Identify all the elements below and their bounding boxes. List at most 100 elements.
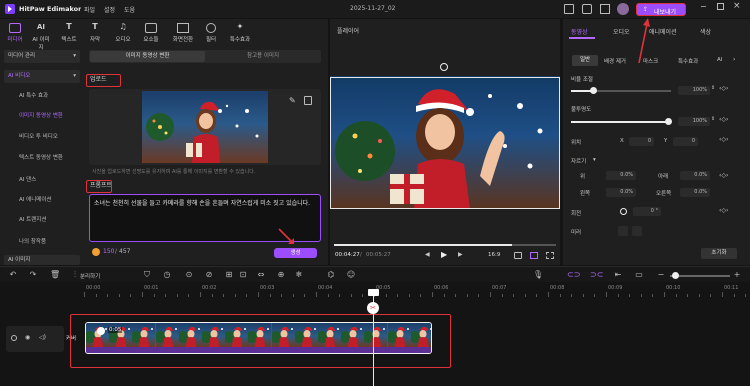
tab-effects[interactable]: ✦ 특수효과: [226, 21, 254, 45]
zoom-icon[interactable]: ⊕: [276, 270, 286, 280]
tab-transitions[interactable]: 화면전환: [170, 21, 196, 45]
rotate-keyframe-icon[interactable]: ‹◇›: [719, 207, 728, 214]
tab-filters[interactable]: 필터: [200, 21, 222, 45]
opacity-input[interactable]: 100%: [678, 117, 710, 126]
minimize-button[interactable]: −: [700, 2, 707, 11]
crop-keyframe-icon[interactable]: ‹◇›: [719, 172, 728, 179]
subtab-more-icon[interactable]: ›: [733, 56, 735, 63]
tab-video[interactable]: 동영상: [571, 27, 588, 36]
link-icon[interactable]: ⊂⊃: [567, 270, 580, 280]
rotate-dial-icon[interactable]: [620, 208, 627, 215]
tab-color[interactable]: 색상: [700, 27, 711, 36]
menu-help[interactable]: 도움: [124, 5, 135, 14]
avatar[interactable]: [617, 3, 629, 15]
split-label[interactable]: 분리하기: [80, 272, 100, 280]
scale-input[interactable]: 100%: [678, 86, 710, 95]
scale-stepper-icon[interactable]: ⇕: [711, 85, 715, 91]
zoom-out-icon[interactable]: −: [656, 270, 666, 280]
position-keyframe-icon[interactable]: ‹◇›: [719, 136, 728, 143]
sidebar-item[interactable]: 텍스트 동영상 변환: [4, 152, 80, 164]
prev-frame-icon[interactable]: ◀: [425, 251, 430, 258]
tab-text[interactable]: T 텍스트: [58, 21, 80, 45]
close-button[interactable]: ×: [733, 1, 741, 11]
rotate-input[interactable]: 0 °: [633, 207, 661, 216]
menu-settings[interactable]: 설정: [104, 5, 115, 14]
mirror-icon[interactable]: ⇔: [256, 270, 266, 280]
sticker-icon[interactable]: ☺: [346, 270, 356, 280]
sidebar-item[interactable]: 비디오 투 비디오: [4, 131, 80, 143]
scale-slider-knob[interactable]: [590, 87, 597, 94]
speed-icon[interactable]: ◷: [162, 270, 172, 280]
magnet-icon[interactable]: ⊃⊂: [590, 270, 603, 280]
split-icon[interactable]: ⫶: [70, 270, 80, 280]
timeline-zoom-track[interactable]: [670, 275, 730, 277]
menu-file[interactable]: 파일: [84, 5, 95, 14]
tab-media[interactable]: 미디어: [4, 21, 26, 45]
playhead-split-marker[interactable]: ✂: [367, 302, 379, 314]
snapshot-icon[interactable]: [514, 252, 522, 259]
redo-icon[interactable]: ↷: [28, 270, 38, 280]
playhead-handle[interactable]: [368, 289, 379, 296]
video-clip[interactable]: 0:05: [85, 322, 432, 354]
flip-vertical-icon[interactable]: [632, 226, 642, 236]
display-icon[interactable]: ▭: [634, 270, 644, 280]
shield-icon[interactable]: ⛉: [142, 270, 152, 280]
adjust-icon[interactable]: ⊞: [224, 270, 234, 280]
message-icon[interactable]: [582, 4, 592, 14]
edit-icon[interactable]: ✎: [289, 96, 298, 105]
freeze-icon[interactable]: ⊙: [184, 270, 194, 280]
delete-icon[interactable]: 🗑: [50, 270, 60, 280]
subtab-effects[interactable]: 특수효과: [678, 57, 698, 65]
tab-elements[interactable]: 요소들: [140, 21, 162, 45]
tab-animation[interactable]: 애니메이션: [649, 27, 677, 36]
timeline-ruler[interactable]: 00:00 00:01 00:02 00:03 00:04 00:05 00:06 00:07…: [84, 285, 747, 297]
sidebar-item[interactable]: AI 댄스: [4, 174, 80, 186]
tab-audio[interactable]: 오디오: [613, 27, 630, 36]
scale-keyframe-icon[interactable]: ‹◇›: [719, 85, 728, 92]
snowflake-icon[interactable]: ❄: [294, 270, 304, 280]
crop-left-input[interactable]: 0.0%: [606, 188, 636, 197]
tab-image-to-video[interactable]: 이미지 동영상 변환: [90, 51, 205, 62]
eye-icon[interactable]: ◉: [25, 334, 30, 341]
sidebar-head-ai-image[interactable]: AI 이미지: [4, 255, 80, 265]
rotate-handle-icon[interactable]: [440, 63, 448, 71]
delete-icon[interactable]: [304, 96, 312, 105]
fullscreen-icon[interactable]: [546, 252, 554, 259]
next-frame-icon[interactable]: ▶: [458, 251, 463, 258]
crop-top-input[interactable]: 0.0%: [606, 171, 636, 180]
tab-subtitle[interactable]: T 자막: [84, 21, 106, 45]
reset-button[interactable]: 초기화: [701, 248, 737, 259]
timeline-zoom-knob[interactable]: [672, 272, 679, 279]
sidebar-item[interactable]: 이미지 동영상 변환: [4, 110, 80, 122]
zoom-in-icon[interactable]: +: [732, 270, 742, 280]
crop-bottom-input[interactable]: 0.0%: [680, 171, 710, 180]
tab-audio[interactable]: ♫ 오디오: [112, 21, 134, 45]
grid-icon[interactable]: [530, 252, 538, 259]
mic-icon[interactable]: 🎙: [533, 270, 543, 280]
aspect-ratio-select[interactable]: 16:9: [488, 252, 500, 258]
opacity-stepper-icon[interactable]: ⇕: [711, 116, 715, 122]
sidebar-item[interactable]: AI 특수 효과: [4, 90, 80, 102]
fit-icon[interactable]: ⇤: [613, 270, 623, 280]
tab-reference-image[interactable]: 참고용 이미지: [206, 51, 320, 62]
crop-right-input[interactable]: 0.0%: [680, 188, 710, 197]
tab-ai-image[interactable]: AI AI 이미지: [30, 21, 52, 51]
opacity-slider-knob[interactable]: [665, 118, 672, 125]
sidebar-head-media[interactable]: 미디어 관리 ▾: [4, 50, 80, 63]
sidebar-head-ai-video[interactable]: AI 비디오 ▾: [4, 70, 80, 83]
screen-icon[interactable]: [564, 4, 574, 14]
pos-y-input[interactable]: 0: [673, 137, 698, 146]
subtab-ai[interactable]: AI: [717, 57, 722, 63]
lock-icon[interactable]: [11, 335, 17, 341]
pos-x-input[interactable]: 0: [629, 137, 654, 146]
generate-button[interactable]: 생성: [274, 248, 317, 258]
selection-frame[interactable]: [330, 77, 560, 209]
subtab-general[interactable]: 일반: [572, 55, 598, 66]
sidebar-item[interactable]: 나의 창작품: [4, 236, 80, 248]
maximize-button[interactable]: [717, 3, 724, 10]
opacity-slider-track[interactable]: [571, 121, 671, 123]
crop-icon[interactable]: ⊡: [238, 270, 248, 280]
sidebar-item[interactable]: AI 트랜지션: [4, 214, 80, 226]
export-button[interactable]: ⇪ 내보내기: [636, 3, 686, 16]
ai-tool-icon[interactable]: ⌬: [326, 270, 336, 280]
